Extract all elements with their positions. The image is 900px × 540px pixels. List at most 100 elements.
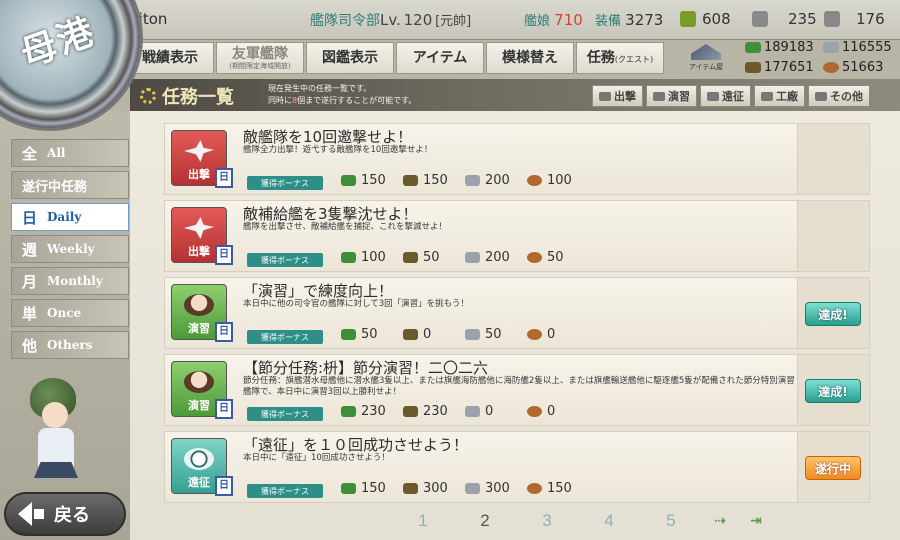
- filter-once[interactable]: 単 Once: [11, 299, 129, 327]
- category-tabs: 出撃 演習 遠征 工廠 その他: [589, 85, 870, 107]
- book-icon: [815, 91, 827, 101]
- page-3[interactable]: 3: [516, 511, 578, 531]
- reward-ammo: 230: [403, 404, 448, 419]
- reward-fuel: 230: [341, 404, 386, 419]
- filter-monthly[interactable]: 月 Monthly: [11, 267, 129, 295]
- bonus-label: 獲得ボーナス: [247, 407, 323, 421]
- steel-icon: [465, 483, 480, 494]
- reward-fuel: 100: [341, 250, 386, 265]
- quest-description: 艦隊全力出撃！遊弋する敵艦隊を10回邀撃せよ！: [243, 145, 433, 155]
- ammo-icon: [403, 483, 418, 494]
- in-progress-badge[interactable]: 遂行中: [805, 456, 861, 480]
- ship-count: 艦娘 710: [524, 11, 583, 29]
- completed-badge[interactable]: 達成!: [805, 302, 861, 326]
- quest-description: 艦隊を出撃させ、敵補給艦を捕捉、これを撃滅せよ！: [243, 222, 448, 232]
- nav-library[interactable]: 図鑑表示: [306, 42, 394, 74]
- bauxite-icon: [527, 329, 542, 340]
- quest-list: 出撃 日 敵艦隊を10回邀撃せよ！ 艦隊全力出撃！遊弋する敵艦隊を10回邀撃せよ…: [130, 111, 900, 540]
- quest-item[interactable]: 演習 日 「演習」で練度向上！ 本日中に他の司令官の艦隊に対して3回「演習」を挑…: [164, 277, 870, 349]
- reward-ammo: 150: [403, 173, 448, 188]
- hq-level: 艦隊司令部Lv. 120 [元帥]: [310, 11, 472, 29]
- screw-count: 176: [824, 10, 885, 28]
- steel-icon: [465, 175, 480, 186]
- last-page-icon[interactable]: ⇥: [738, 513, 774, 529]
- bauxite-icon: [527, 483, 542, 494]
- reward-steel: 0: [465, 404, 493, 419]
- pagination: 1 2 3 4 5 ⇢ ⇥: [392, 511, 774, 531]
- back-button[interactable]: 戻る: [4, 492, 126, 536]
- wrench-icon: [761, 91, 773, 101]
- steel-icon: [465, 252, 480, 263]
- daily-stamp: 日: [215, 245, 233, 265]
- quest-item[interactable]: 出撃 日 敵補給艦を3隻撃沈せよ！ 艦隊を出撃させ、敵補給艦を捕捉、これを撃滅せ…: [164, 200, 870, 272]
- bauxite-icon: [527, 175, 542, 186]
- quest-description: 節分任務：旗艦潜水母艦他に潜水艦3隻以上、または旗艦海防艦他に海防艦2隻以上、ま…: [243, 376, 795, 397]
- page-5[interactable]: 5: [640, 511, 702, 531]
- daily-stamp: 日: [215, 168, 233, 188]
- main-nav: 戦績表示 友軍艦隊 (期間限定海域開放) 図鑑表示 アイテム 模様替え 任務(クエ…: [126, 40, 676, 76]
- reward-steel: 300: [465, 481, 510, 496]
- tab-other[interactable]: その他: [808, 85, 870, 107]
- item-shop-button[interactable]: アイテム屋: [676, 40, 736, 76]
- tab-practice[interactable]: 演習: [646, 85, 697, 107]
- fuel-icon: [745, 42, 761, 53]
- secretary-character[interactable]: [22, 370, 102, 490]
- nav-friend-fleet[interactable]: 友軍艦隊 (期間限定海域開放): [216, 42, 304, 74]
- reward-bauxite: 0: [527, 404, 555, 419]
- bauxite-amount: 51663: [823, 60, 883, 75]
- reward-fuel: 50: [341, 327, 378, 342]
- tab-expedition[interactable]: 遠征: [700, 85, 751, 107]
- expedition-icon: [707, 91, 719, 101]
- quest-description: 本日中に他の司令官の艦隊に対して3回「演習」を挑もう！: [243, 299, 469, 309]
- daily-stamp: 日: [215, 476, 233, 496]
- bonus-label: 獲得ボーナス: [247, 484, 323, 498]
- dev-material-icon: [752, 11, 768, 27]
- quest-category: 遠征: [188, 476, 210, 489]
- filter-daily[interactable]: 日 Daily: [11, 203, 129, 231]
- shop-icon: [691, 44, 721, 60]
- page-2[interactable]: 2: [454, 511, 516, 531]
- steel-icon: [823, 42, 839, 53]
- daily-stamp: 日: [215, 322, 233, 342]
- bucket-count: 608: [680, 10, 731, 28]
- steel-amount: 116555: [823, 40, 892, 55]
- filter-all[interactable]: 全 All: [11, 139, 129, 167]
- completed-badge[interactable]: 達成!: [805, 379, 861, 403]
- nav-remodel[interactable]: 模様替え: [486, 42, 574, 74]
- equipment-count: 装備 3273: [595, 11, 664, 29]
- reward-bauxite: 150: [527, 481, 572, 496]
- bauxite-icon: [527, 252, 542, 263]
- reward-ammo: 0: [403, 327, 431, 342]
- nav-quest[interactable]: 任務(クエスト): [576, 42, 664, 74]
- tab-sortie[interactable]: 出撃: [592, 85, 643, 107]
- filter-others[interactable]: 他 Others: [11, 331, 129, 359]
- quest-item[interactable]: 遠征 日 「遠征」を１０回成功させよう！ 本日中に「遠征」10回成功させよう！ …: [164, 431, 870, 503]
- ammo-icon: [403, 329, 418, 340]
- ship-icon: [599, 91, 611, 101]
- quest-status-slot: [797, 124, 869, 194]
- page-4[interactable]: 4: [578, 511, 640, 531]
- ammo-icon: [745, 62, 761, 73]
- back-label: 戻る: [54, 505, 90, 526]
- tab-arsenal[interactable]: 工廠: [754, 85, 805, 107]
- next-page-icon[interactable]: ⇢: [702, 513, 738, 529]
- quest-item[interactable]: 出撃 日 敵艦隊を10回邀撃せよ！ 艦隊全力出撃！遊弋する敵艦隊を10回邀撃せよ…: [164, 123, 870, 195]
- reward-fuel: 150: [341, 173, 386, 188]
- quest-category: 出撃: [188, 168, 210, 181]
- quest-header-strip: 任務一覧 現在発生中の任務一覧です。 同時に8個まで遂行することが可能です。 出…: [130, 79, 900, 111]
- filter-in-progress[interactable]: 遂行中任務: [11, 171, 129, 199]
- fuel-amount: 189183: [745, 40, 814, 55]
- quest-list-description: 現在発生中の任務一覧です。 同時に8個まで遂行することが可能です。: [268, 84, 417, 105]
- fuel-icon: [341, 329, 356, 340]
- reward-ammo: 300: [403, 481, 448, 496]
- reward-bauxite: 0: [527, 327, 555, 342]
- nav-item[interactable]: アイテム: [396, 42, 484, 74]
- page-1[interactable]: 1: [392, 511, 454, 531]
- fuel-icon: [341, 252, 356, 263]
- quest-status-slot: [797, 201, 869, 271]
- back-arrow-shaft: [34, 509, 44, 519]
- quest-status-slot: 達成!: [797, 278, 869, 348]
- bonus-label: 獲得ボーナス: [247, 330, 323, 344]
- quest-item[interactable]: 演習 日 【節分任務:枡】節分演習！二〇二六 節分任務：旗艦潜水母艦他に潜水艦3…: [164, 354, 870, 426]
- filter-weekly[interactable]: 週 Weekly: [11, 235, 129, 263]
